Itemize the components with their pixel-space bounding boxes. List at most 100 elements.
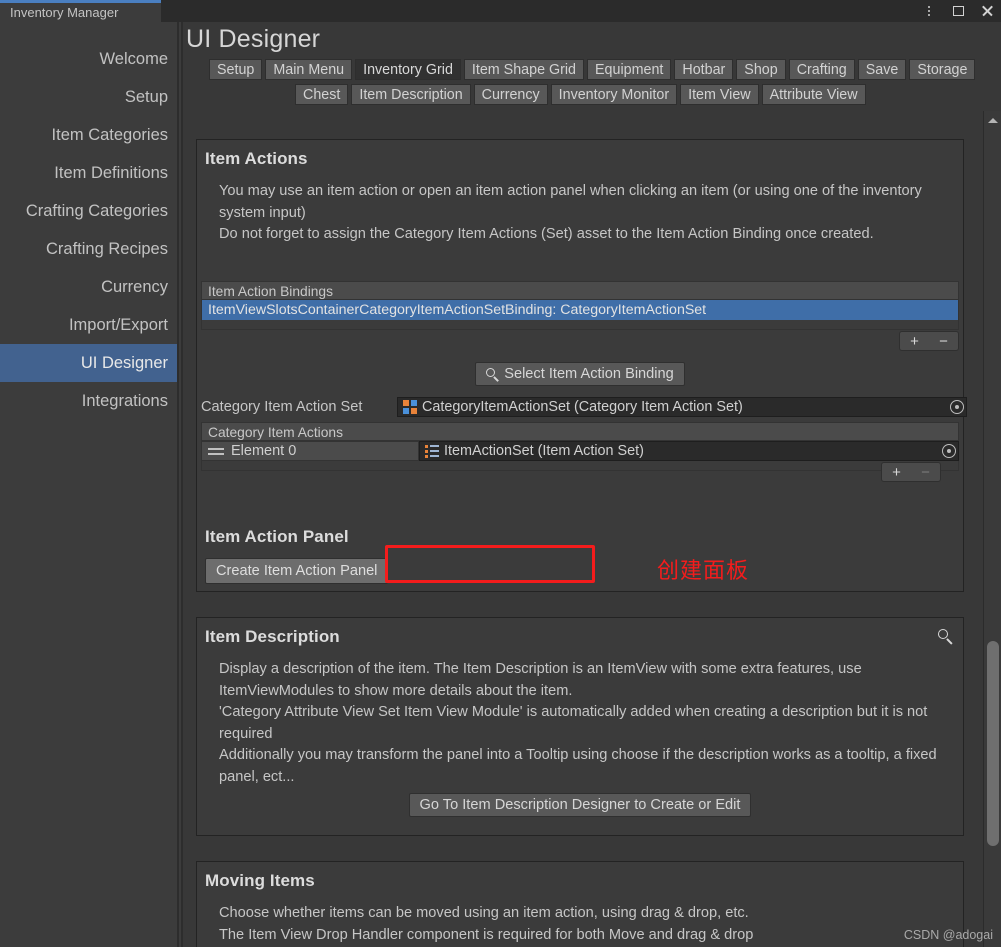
watermark: CSDN @adogai (903, 928, 993, 942)
unity-editor-window: Inventory Manager Welcome Setup Item Cat… (0, 0, 1001, 947)
drag-handle-icon[interactable] (208, 446, 224, 456)
sidebar-item-label: Crafting Categories (25, 201, 168, 220)
goto-item-description-designer-button[interactable]: Go To Item Description Designer to Creat… (408, 793, 752, 817)
magnifier-icon (486, 367, 500, 382)
tab-item-shape-grid[interactable]: Item Shape Grid (463, 59, 585, 80)
maximize-icon[interactable] (950, 3, 966, 19)
moving-items-text: Choose whether items can be moved using … (197, 891, 963, 946)
item-description-section: Item Description Display a description o… (196, 617, 964, 836)
create-item-action-panel-label: Create Item Action Panel (216, 563, 378, 579)
window-controls (921, 0, 995, 22)
sidebar-item-crafting-recipes[interactable]: Crafting Recipes (0, 230, 177, 268)
main-panel: UI Designer Setup Main Menu Inventory Gr… (183, 22, 1001, 947)
sidebar-item-ui-designer[interactable]: UI Designer (0, 344, 177, 382)
sidebar-item-label: Crafting Recipes (46, 239, 168, 258)
tab-storage[interactable]: Storage (909, 59, 976, 80)
tab-attribute-view[interactable]: Attribute View (761, 84, 866, 105)
item-action-bindings-header: Item Action Bindings (201, 281, 959, 300)
add-category-action-button[interactable]: + (882, 463, 911, 481)
remove-binding-button[interactable]: − (929, 332, 958, 350)
element-0-handle-cell[interactable]: Element 0 (201, 441, 419, 461)
sidebar-item-label: Item Definitions (54, 163, 168, 182)
sidebar-item-label: Import/Export (68, 315, 168, 334)
window-tab-bar: Inventory Manager (0, 0, 1001, 22)
scroll-up-arrow-icon[interactable] (984, 113, 1001, 127)
item-description-line-3: Additionally you may transform the panel… (219, 747, 937, 785)
sidebar-item-item-definitions[interactable]: Item Definitions (0, 154, 177, 192)
tab-inventory-monitor[interactable]: Inventory Monitor (550, 84, 678, 105)
tab-save[interactable]: Save (857, 59, 907, 80)
select-binding-wrap: Select Item Action Binding (197, 362, 963, 386)
add-binding-button[interactable]: + (900, 332, 929, 350)
item-description-search-icon[interactable] (938, 629, 953, 649)
moving-items-section: Moving Items Choose whether items can be… (196, 861, 964, 947)
page-title: UI Designer (186, 25, 321, 53)
category-item-action-set-object-field[interactable]: CategoryItemActionSet (Category Item Act… (397, 396, 967, 417)
tab-chest[interactable]: Chest (295, 84, 349, 105)
sidebar-item-label: Item Categories (51, 125, 168, 144)
vertical-scrollbar[interactable] (983, 111, 1001, 947)
sidebar-item-crafting-categories[interactable]: Crafting Categories (0, 192, 177, 230)
window-tab-label: Inventory Manager (10, 5, 119, 20)
category-actions-add-remove-group: + − (881, 462, 941, 482)
tab-hotbar[interactable]: Hotbar (674, 59, 734, 80)
category-item-actions-list: Category Item Actions Element 0 ItemActi… (197, 422, 963, 482)
more-options-icon[interactable] (921, 3, 937, 19)
designer-tabs-row-2: Chest Item Description Currency Inventor… (295, 84, 866, 105)
element-0-object-field[interactable]: ItemActionSet (Item Action Set) (419, 441, 959, 461)
item-action-binding-row[interactable]: ItemViewSlotsContainerCategoryItemAction… (201, 300, 959, 320)
close-icon[interactable] (979, 3, 995, 19)
item-description-line-2: 'Category Attribute View Set Item View M… (219, 704, 928, 742)
scroll-content: Item Actions You may use an item action … (183, 111, 976, 947)
sidebar-item-label: Setup (124, 87, 168, 106)
annotation-highlight-box (385, 545, 595, 583)
element-0-value: ItemActionSet (Item Action Set) (444, 443, 644, 459)
annotation-text: 创建面板 (657, 558, 750, 583)
tab-item-view[interactable]: Item View (680, 84, 759, 105)
sidebar-item-welcome[interactable]: Welcome (0, 40, 177, 78)
item-actions-description-line-2: Do not forget to assign the Category Ite… (219, 226, 874, 242)
tab-setup[interactable]: Setup (209, 59, 263, 80)
sidebar-item-setup[interactable]: Setup (0, 78, 177, 116)
tab-inventory-grid[interactable]: Inventory Grid (355, 59, 461, 80)
moving-items-line-1: Choose whether items can be moved using … (219, 905, 749, 921)
tab-shop[interactable]: Shop (736, 59, 786, 80)
item-action-bindings-footer (201, 320, 959, 330)
select-item-action-binding-button[interactable]: Select Item Action Binding (475, 362, 685, 386)
remove-category-action-button[interactable]: − (911, 463, 940, 481)
sidebar-item-item-categories[interactable]: Item Categories (0, 116, 177, 154)
goto-item-description-designer-label: Go To Item Description Designer to Creat… (419, 797, 741, 813)
item-actions-description: You may use an item action or open an it… (197, 169, 963, 246)
category-item-action-set-label: Category Item Action Set (201, 398, 363, 415)
sidebar-item-currency[interactable]: Currency (0, 268, 177, 306)
item-action-bindings-list: Item Action Bindings ItemViewSlotsContai… (197, 281, 963, 351)
moving-items-line-2: The Item View Drop Handler component is … (219, 926, 754, 943)
sidebar-item-label: Integrations (81, 391, 168, 410)
sidebar: Welcome Setup Item Categories Item Defin… (0, 22, 177, 947)
tab-main-menu[interactable]: Main Menu (265, 59, 353, 80)
designer-tabs-row-1: Setup Main Menu Inventory Grid Item Shap… (209, 59, 976, 80)
category-item-action-set-picker-icon[interactable] (950, 399, 964, 414)
item-actions-section: Item Actions You may use an item action … (196, 139, 967, 592)
element-0-picker-icon[interactable] (942, 444, 956, 458)
sidebar-item-integrations[interactable]: Integrations (0, 382, 177, 420)
create-item-action-panel-button[interactable]: Create Item Action Panel (205, 558, 389, 584)
category-item-action-set-field: Category Item Action Set CategoryItemAct… (201, 396, 967, 417)
item-action-set-icon (425, 444, 439, 458)
tab-item-description[interactable]: Item Description (351, 84, 471, 105)
item-description-text: Display a description of the item. The I… (197, 647, 963, 788)
select-item-action-binding-label: Select Item Action Binding (504, 366, 674, 382)
item-actions-title: Item Actions (205, 149, 308, 168)
item-description-line-1: Display a description of the item. The I… (219, 661, 862, 699)
window-tab-inventory-manager[interactable]: Inventory Manager (0, 0, 161, 22)
category-item-action-set-icon (403, 399, 417, 414)
category-item-actions-element-row: Element 0 ItemActionSet (Item Action Set… (201, 441, 959, 461)
category-actions-add-remove-wrap: + − (197, 462, 963, 482)
item-action-panel-title: Item Action Panel (205, 527, 349, 546)
scrollbar-thumb[interactable] (987, 641, 999, 846)
tab-equipment[interactable]: Equipment (587, 59, 672, 80)
tab-crafting[interactable]: Crafting (788, 59, 855, 80)
sidebar-item-import-export[interactable]: Import/Export (0, 306, 177, 344)
category-item-actions-header: Category Item Actions (201, 422, 959, 441)
tab-currency[interactable]: Currency (473, 84, 548, 105)
